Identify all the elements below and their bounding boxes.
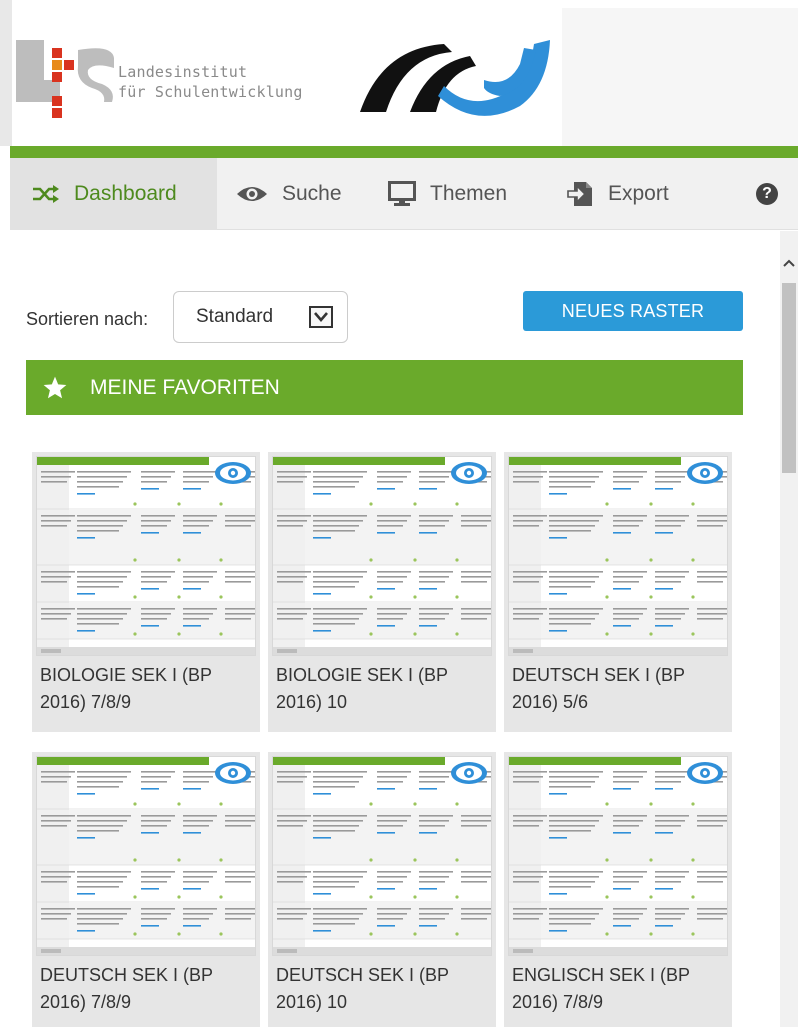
header-right-panel	[562, 8, 798, 146]
card-title: DEUTSCH SEK I (BP 2016) 7/8/9	[40, 965, 213, 1012]
scroll-thumb[interactable]	[782, 283, 796, 473]
help-button[interactable]: ?	[752, 158, 782, 230]
card-title: ENGLISCH SEK I (BP 2016) 7/8/9	[512, 965, 690, 1012]
brand-swoosh-logo-icon	[360, 40, 550, 116]
favorite-card[interactable]: ENGLISCH SEK I (BP 2016) 7/8/9	[504, 752, 732, 1027]
nav-label: Dashboard	[74, 182, 177, 205]
header-accent-bar	[10, 146, 798, 158]
card-title: DEUTSCH SEK I (BP 2016) 5/6	[512, 665, 685, 712]
raster-preview-image	[273, 757, 491, 955]
nav-label: Themen	[430, 182, 508, 205]
sort-select-value: Standard	[196, 306, 274, 327]
raster-thumbnail	[508, 756, 728, 956]
raster-preview-image	[37, 757, 255, 955]
org-name-line2: für Schulentwicklung	[118, 83, 303, 101]
scroll-up-icon[interactable]	[780, 253, 798, 273]
main-nav: Dashboard Suche Themen Export ?	[10, 158, 798, 230]
export-icon	[567, 182, 592, 206]
scrollbar[interactable]	[780, 231, 798, 1027]
favorite-card[interactable]: DEUTSCH SEK I (BP 2016) 5/6	[504, 452, 732, 732]
raster-thumbnail	[36, 756, 256, 956]
nav-item-suche[interactable]: Suche	[236, 158, 342, 230]
favorite-card[interactable]: DEUTSCH SEK I (BP 2016) 10	[268, 752, 496, 1027]
card-title: DEUTSCH SEK I (BP 2016) 10	[276, 965, 449, 1012]
shuffle-icon	[33, 185, 59, 203]
eye-icon	[237, 187, 267, 201]
raster-preview-image	[37, 457, 255, 655]
favorite-card[interactable]: DEUTSCH SEK I (BP 2016) 7/8/9	[32, 752, 260, 1027]
lis-logo-icon	[16, 40, 114, 118]
chevron-down-icon	[309, 306, 333, 328]
raster-thumbnail	[508, 456, 728, 656]
favorites-heading: MEINE FAVORITEN	[90, 375, 280, 399]
raster-preview-image	[273, 457, 491, 655]
org-name: Landesinstitut für Schulentwicklung	[118, 62, 303, 102]
raster-thumbnail	[36, 456, 256, 656]
header: Landesinstitut für Schulentwicklung	[0, 0, 798, 146]
dashboard-content: Sortieren nach: Standard NEUES RASTER ME…	[10, 231, 780, 1027]
org-name-line1: Landesinstitut	[118, 63, 248, 81]
nav-item-dashboard[interactable]: Dashboard	[10, 158, 217, 230]
sort-select[interactable]: Standard	[173, 291, 348, 343]
raster-thumbnail	[272, 756, 492, 956]
nav-item-export[interactable]: Export	[566, 158, 669, 230]
favorites-header: MEINE FAVORITEN	[26, 360, 743, 415]
card-title: BIOLOGIE SEK I (BP 2016) 7/8/9	[40, 665, 212, 712]
favorite-card[interactable]: BIOLOGIE SEK I (BP 2016) 7/8/9	[32, 452, 260, 732]
card-title: BIOLOGIE SEK I (BP 2016) 10	[276, 665, 448, 712]
new-raster-button[interactable]: NEUES RASTER	[523, 291, 743, 331]
star-icon	[43, 376, 67, 398]
favorite-card[interactable]: BIOLOGIE SEK I (BP 2016) 10	[268, 452, 496, 732]
raster-preview-image	[509, 457, 727, 655]
raster-thumbnail	[272, 456, 492, 656]
nav-item-themen[interactable]: Themen	[388, 158, 507, 230]
nav-label: Suche	[282, 182, 342, 205]
monitor-icon	[388, 181, 416, 206]
help-icon: ?	[756, 183, 778, 205]
nav-label: Export	[608, 182, 669, 205]
raster-preview-image	[509, 757, 727, 955]
sort-label: Sortieren nach:	[26, 309, 149, 329]
